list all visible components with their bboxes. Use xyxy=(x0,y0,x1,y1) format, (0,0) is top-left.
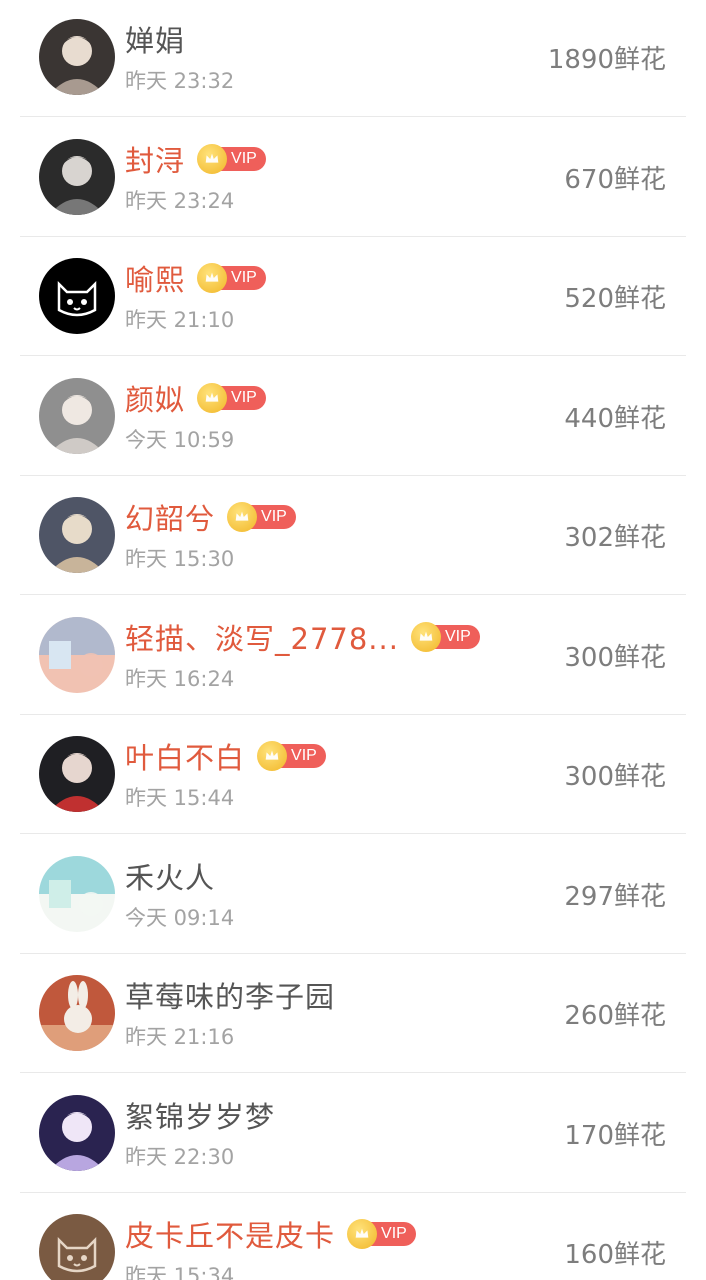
vip-badge: VIP xyxy=(257,741,326,771)
cat-avatar-icon[interactable] xyxy=(39,258,115,334)
gift-time: 昨天 15:30 xyxy=(125,547,235,571)
gift-time: 昨天 21:10 xyxy=(125,308,235,332)
flower-amount: 1890鲜花 xyxy=(547,45,666,75)
portrait-avatar-icon[interactable] xyxy=(39,497,115,573)
gift-ranking-list: 婵娟昨天 23:32 1890鲜花 封浔 VIP 昨天 23:24 670鲜花 喻熙 … xyxy=(0,0,706,1280)
user-name[interactable]: 皮卡丘不是皮卡 xyxy=(125,1213,335,1255)
list-item[interactable]: 絮锦岁岁梦昨天 22:30 170鲜花 xyxy=(20,1075,686,1193)
gift-time: 今天 10:59 xyxy=(125,427,235,452)
gift-time: 今天 09:14 xyxy=(125,905,235,930)
flower-amount: 300鲜花 xyxy=(564,762,666,792)
crown-icon xyxy=(197,263,228,293)
flower-amount: 297鲜花 xyxy=(564,881,666,912)
list-item[interactable]: 轻描、淡写_2778... VIP 昨天 16:24 300鲜花 xyxy=(20,597,686,715)
vip-badge: VIP xyxy=(197,263,266,293)
user-name[interactable]: 絮锦岁岁梦 xyxy=(125,1094,275,1136)
portrait-avatar-icon[interactable] xyxy=(39,377,115,454)
portrait-avatar-icon[interactable] xyxy=(39,138,115,215)
list-item[interactable]: 封浔 VIP 昨天 23:24 670鲜花 xyxy=(20,119,686,237)
user-name-line: 颜姒 VIP xyxy=(125,377,266,419)
portrait-avatar-icon[interactable] xyxy=(39,736,115,812)
user-name-line: 喻熙 VIP xyxy=(125,257,266,299)
flower-amount: 302鲜花 xyxy=(564,523,666,553)
list-item[interactable]: 颜姒 VIP 今天 10:59 440鲜花 xyxy=(20,358,686,476)
flower-amount: 440鲜花 xyxy=(564,403,666,434)
vip-badge: VIP xyxy=(410,621,480,652)
user-name-line: 幻韶兮 VIP xyxy=(125,496,296,538)
user-name[interactable]: 幻韶兮 xyxy=(125,496,215,538)
user-name-line: 婵娟 xyxy=(125,18,185,60)
vip-badge: VIP xyxy=(197,382,266,413)
portrait-avatar-icon[interactable] xyxy=(39,1094,115,1171)
crown-icon xyxy=(410,621,441,652)
flower-amount: 170鲜花 xyxy=(564,1120,666,1151)
vip-badge: VIP xyxy=(197,143,266,174)
flower-amount: 160鲜花 xyxy=(564,1240,666,1270)
list-item[interactable]: 婵娟昨天 23:32 1890鲜花 xyxy=(20,0,686,117)
crown-icon xyxy=(227,502,258,532)
vip-badge: VIP xyxy=(347,1219,416,1249)
user-name-line: 絮锦岁岁梦 xyxy=(125,1094,275,1136)
scenery-avatar-icon[interactable] xyxy=(39,855,115,932)
user-name[interactable]: 叶白不白 xyxy=(125,735,245,777)
gift-time: 昨天 21:16 xyxy=(125,1025,235,1049)
list-item[interactable]: 禾火人今天 09:14 297鲜花 xyxy=(20,836,686,954)
vip-badge: VIP xyxy=(227,502,296,532)
crown-icon xyxy=(347,1219,378,1249)
gift-time: 昨天 23:24 xyxy=(125,188,235,213)
crown-icon xyxy=(197,143,228,174)
portrait-avatar-icon[interactable] xyxy=(39,19,115,95)
crown-icon xyxy=(197,382,228,413)
list-item[interactable]: 喻熙 VIP 昨天 21:10 520鲜花 xyxy=(20,238,686,356)
list-item[interactable]: 草莓味的李子园昨天 21:16 260鲜花 xyxy=(20,955,686,1073)
gift-time: 昨天 15:34 xyxy=(125,1264,235,1280)
user-name-line: 皮卡丘不是皮卡 VIP xyxy=(125,1213,416,1255)
gift-time: 昨天 22:30 xyxy=(125,1144,235,1169)
gift-time: 昨天 15:44 xyxy=(125,786,235,810)
flower-amount: 300鲜花 xyxy=(564,642,666,673)
flower-amount: 260鲜花 xyxy=(564,1001,666,1031)
user-name-line: 封浔 VIP xyxy=(125,138,266,180)
user-name-line: 叶白不白 VIP xyxy=(125,735,326,777)
flower-amount: 670鲜花 xyxy=(564,164,666,195)
gift-time: 昨天 16:24 xyxy=(125,666,235,691)
list-item[interactable]: 叶白不白 VIP 昨天 15:44 300鲜花 xyxy=(20,716,686,834)
user-name-line: 草莓味的李子园 xyxy=(125,974,335,1016)
user-name-line: 禾火人 xyxy=(125,855,215,897)
user-name[interactable]: 封浔 xyxy=(125,138,185,180)
scenery-avatar-icon[interactable] xyxy=(39,616,115,693)
user-name[interactable]: 婵娟 xyxy=(125,18,185,60)
user-name[interactable]: 喻熙 xyxy=(125,257,185,299)
list-item[interactable]: 幻韶兮 VIP 昨天 15:30 302鲜花 xyxy=(20,477,686,595)
user-name[interactable]: 颜姒 xyxy=(125,377,185,419)
gift-time: 昨天 23:32 xyxy=(125,69,235,93)
list-item[interactable]: 皮卡丘不是皮卡 VIP 昨天 15:34 160鲜花 xyxy=(20,1194,686,1280)
flower-amount: 520鲜花 xyxy=(564,284,666,314)
rabbit-avatar-icon[interactable] xyxy=(39,975,115,1051)
crown-icon xyxy=(257,741,288,771)
user-name[interactable]: 草莓味的李子园 xyxy=(125,974,335,1016)
user-name-line: 轻描、淡写_2778... VIP xyxy=(125,616,480,658)
user-name[interactable]: 轻描、淡写_2778... xyxy=(125,616,399,658)
cat-avatar-icon[interactable] xyxy=(39,1214,115,1280)
user-name[interactable]: 禾火人 xyxy=(125,855,215,897)
